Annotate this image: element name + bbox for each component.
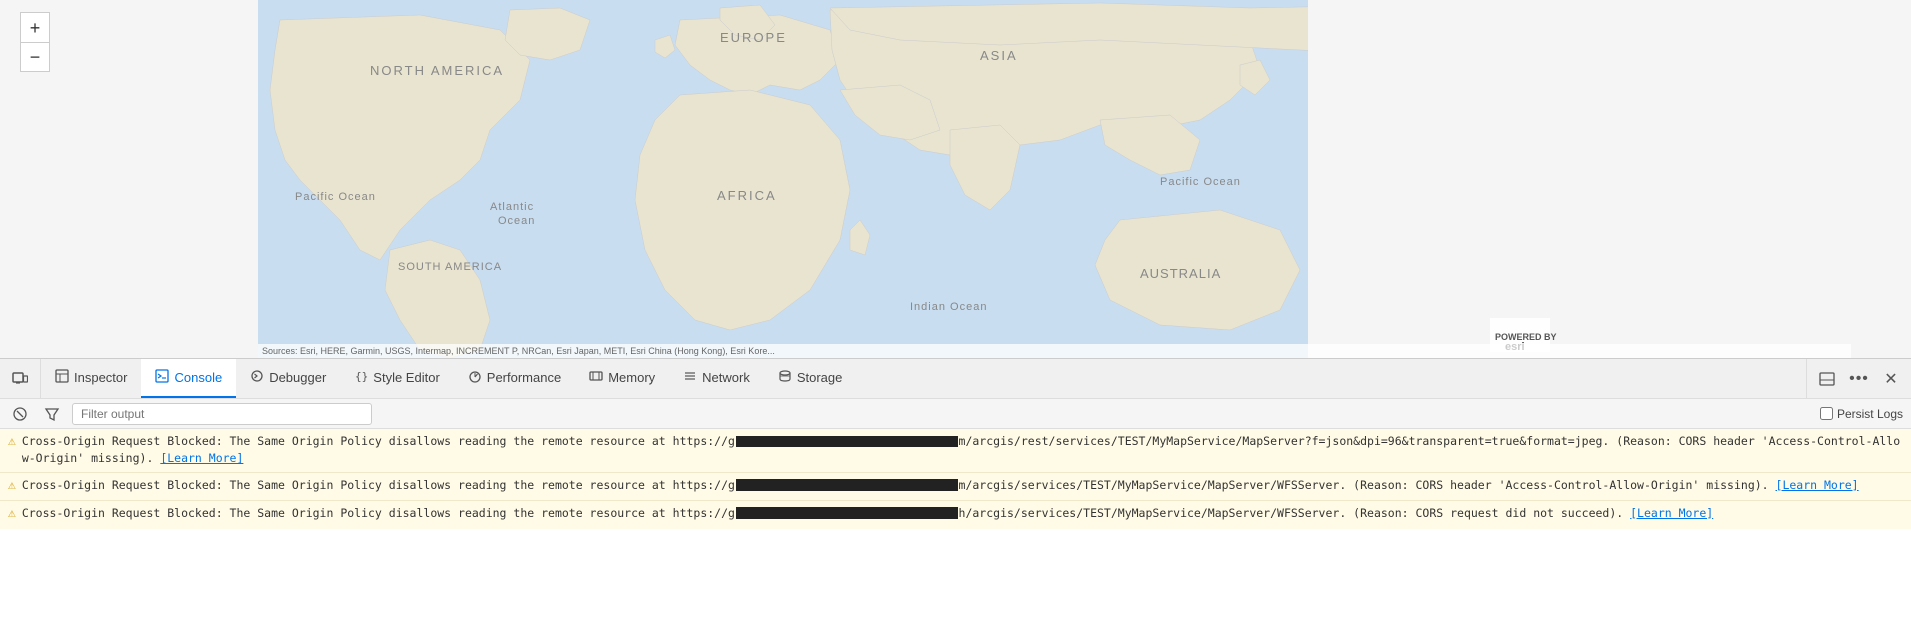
tab-storage-label: Storage: [797, 370, 843, 385]
filter-input[interactable]: [72, 403, 372, 425]
redacted-url: [736, 479, 958, 491]
toolbar-right-actions: ••• ✕: [1806, 359, 1911, 398]
tab-memory[interactable]: Memory: [575, 359, 669, 398]
svg-text:Pacific Ocean: Pacific Ocean: [1160, 176, 1241, 188]
filter-toggle-button[interactable]: [40, 402, 64, 426]
message-text: Cross-Origin Request Blocked: The Same O…: [22, 433, 1903, 468]
map-attribution: Sources: Esri, HERE, Garmin, USGS, Inter…: [258, 344, 1851, 358]
svg-text:ASIA: ASIA: [980, 48, 1018, 63]
memory-icon: [589, 369, 603, 386]
svg-text:NORTH AMERICA: NORTH AMERICA: [370, 63, 504, 78]
tab-network[interactable]: Network: [669, 359, 764, 398]
debugger-icon: [250, 369, 264, 386]
warning-icon: ⚠: [8, 434, 16, 449]
tab-performance-label: Performance: [487, 370, 561, 385]
zoom-in-button[interactable]: +: [20, 12, 50, 42]
tab-console-label: Console: [174, 370, 222, 385]
svg-text:Indian Ocean: Indian Ocean: [910, 301, 987, 313]
zoom-out-button[interactable]: −: [20, 42, 50, 72]
tab-performance[interactable]: Performance: [454, 359, 575, 398]
tab-network-label: Network: [702, 370, 750, 385]
inspector-icon: [55, 369, 69, 386]
console-toolbar: Persist Logs: [0, 399, 1911, 429]
svg-text:Pacific Ocean: Pacific Ocean: [295, 191, 376, 203]
svg-text:EUROPE: EUROPE: [720, 30, 787, 45]
svg-text:AUSTRALIA: AUSTRALIA: [1140, 266, 1221, 281]
storage-icon: [778, 369, 792, 386]
clear-console-button[interactable]: [8, 402, 32, 426]
tab-memory-label: Memory: [608, 370, 655, 385]
warning-icon: ⚠: [8, 506, 16, 521]
svg-text:AFRICA: AFRICA: [717, 188, 777, 203]
console-messages: ⚠ Cross-Origin Request Blocked: The Same…: [0, 429, 1911, 529]
toolbar-left-icons: [0, 359, 41, 398]
tab-style-editor[interactable]: {} Style Editor: [340, 359, 453, 398]
map-svg: NORTH AMERICA Atlantic Ocean Pacific Oce…: [0, 0, 1911, 358]
performance-icon: [468, 369, 482, 386]
tab-style-editor-label: Style Editor: [373, 370, 439, 385]
console-message: ⚠ Cross-Origin Request Blocked: The Same…: [0, 473, 1911, 501]
map-controls: + −: [20, 12, 50, 72]
map-container: NORTH AMERICA Atlantic Ocean Pacific Oce…: [0, 0, 1911, 358]
tab-inspector[interactable]: Inspector: [41, 359, 141, 398]
svg-text:SOUTH AMERICA: SOUTH AMERICA: [398, 261, 502, 273]
tab-debugger-label: Debugger: [269, 370, 326, 385]
tab-debugger[interactable]: Debugger: [236, 359, 340, 398]
persist-logs-label[interactable]: Persist Logs: [1837, 407, 1903, 421]
svg-text:Atlantic: Atlantic: [490, 201, 534, 213]
learn-more-link[interactable]: [Learn More]: [1630, 506, 1713, 520]
persist-logs-checkbox[interactable]: [1820, 407, 1833, 420]
learn-more-link[interactable]: [Learn More]: [1776, 478, 1859, 492]
dock-button[interactable]: [1813, 365, 1841, 393]
console-message: ⚠ Cross-Origin Request Blocked: The Same…: [0, 429, 1911, 473]
message-text: Cross-Origin Request Blocked: The Same O…: [22, 477, 1903, 494]
more-options-button[interactable]: •••: [1845, 365, 1873, 393]
redacted-url: [736, 436, 958, 448]
responsive-design-button[interactable]: [6, 365, 34, 393]
warning-icon: ⚠: [8, 478, 16, 493]
persist-logs-toggle: Persist Logs: [1820, 407, 1903, 421]
network-icon: [683, 369, 697, 386]
devtools-toolbar: Inspector Console: [0, 359, 1911, 399]
message-text: Cross-Origin Request Blocked: The Same O…: [22, 505, 1903, 522]
tab-storage[interactable]: Storage: [764, 359, 857, 398]
style-editor-icon: {}: [354, 369, 368, 386]
devtools-panel: Inspector Console: [0, 358, 1911, 626]
console-icon: [155, 369, 169, 386]
tab-inspector-label: Inspector: [74, 370, 127, 385]
learn-more-link[interactable]: [Learn More]: [160, 451, 243, 465]
redacted-url: [736, 507, 958, 519]
tab-console[interactable]: Console: [141, 359, 236, 398]
close-devtools-button[interactable]: ✕: [1877, 365, 1905, 393]
svg-text:{}: {}: [355, 370, 368, 383]
console-message: ⚠ Cross-Origin Request Blocked: The Same…: [0, 501, 1911, 529]
devtools-tabs: Inspector Console: [41, 359, 1806, 398]
svg-text:Ocean: Ocean: [498, 215, 535, 227]
